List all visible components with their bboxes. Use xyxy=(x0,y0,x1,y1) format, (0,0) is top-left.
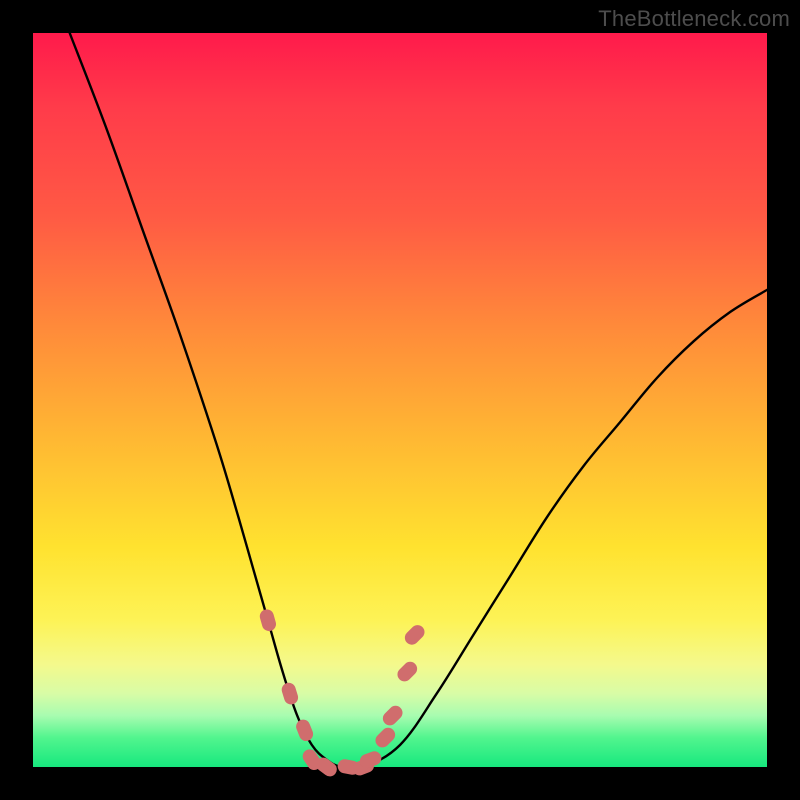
plot-area xyxy=(33,33,767,767)
curve-marker xyxy=(395,659,420,684)
bottleneck-curve xyxy=(33,33,767,767)
curve-marker xyxy=(258,608,277,633)
watermark-text: TheBottleneck.com xyxy=(598,6,790,32)
curve-marker xyxy=(380,703,405,728)
curve-marker xyxy=(402,622,427,647)
curve-marker xyxy=(280,681,300,706)
chart-frame: TheBottleneck.com xyxy=(0,0,800,800)
curve-marker xyxy=(373,725,398,750)
curve-marker xyxy=(294,717,315,743)
